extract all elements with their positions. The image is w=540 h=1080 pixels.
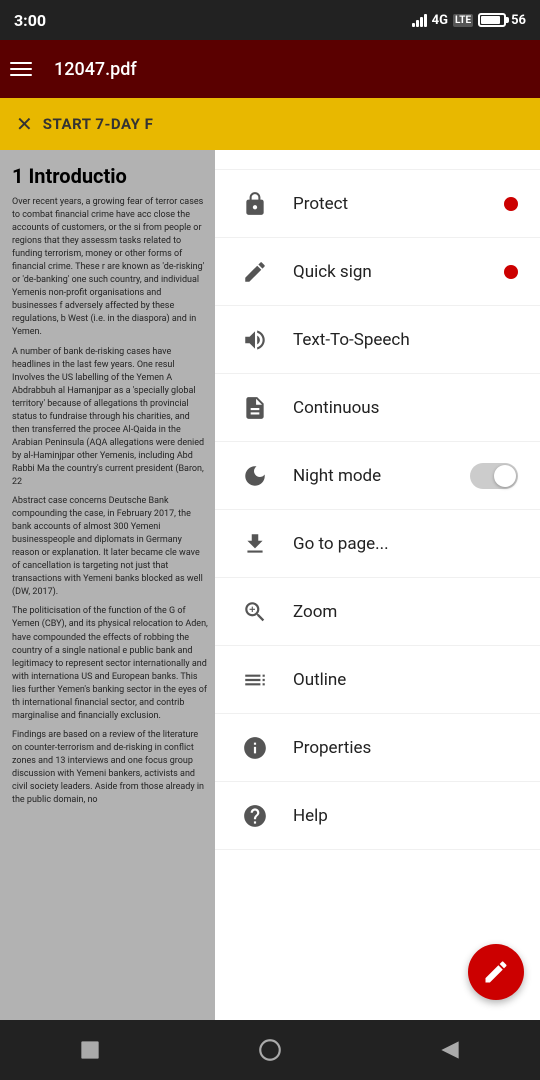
battery-level: 56 xyxy=(511,13,526,28)
triangle-nav-icon xyxy=(437,1037,463,1063)
quicksign-badge xyxy=(504,265,518,279)
status-time: 3:00 xyxy=(14,11,46,30)
menu-list: Export Protect Quick sign xyxy=(215,102,540,1020)
top-toolbar: 12047.pdf xyxy=(0,40,540,98)
bottom-nav xyxy=(0,1020,540,1080)
status-icons: 4G LTE 56 xyxy=(412,13,526,28)
nav-home-button[interactable] xyxy=(240,1030,300,1070)
toolbar-title: 12047.pdf xyxy=(54,59,530,80)
promo-close-button[interactable]: ✕ xyxy=(16,112,33,136)
protect-label: Protect xyxy=(293,194,504,214)
menu-item-properties[interactable]: Properties xyxy=(215,714,540,782)
signal-bars xyxy=(412,13,427,27)
menu-item-nightmode[interactable]: Night mode xyxy=(215,442,540,510)
nightmode-toggle[interactable] xyxy=(470,463,518,489)
nav-back-button[interactable] xyxy=(420,1030,480,1070)
status-bar: 3:00 4G LTE 56 xyxy=(0,0,540,40)
quicksign-label: Quick sign xyxy=(293,262,504,282)
promo-text: START 7-DAY F xyxy=(43,115,154,133)
edit-icon xyxy=(482,958,510,986)
battery-indicator xyxy=(478,13,506,27)
gotopage-icon xyxy=(237,526,273,562)
nav-square-button[interactable] xyxy=(60,1030,120,1070)
gotopage-label: Go to page... xyxy=(293,534,518,554)
battery-fill xyxy=(481,16,500,24)
left-dim-overlay xyxy=(0,40,215,1020)
continuous-label: Continuous xyxy=(293,398,518,418)
help-label: Help xyxy=(293,806,518,826)
lte-label: LTE xyxy=(453,14,473,27)
texttospeech-label: Text-To-Speech xyxy=(293,330,518,350)
menu-item-protect[interactable]: Protect xyxy=(215,170,540,238)
quicksign-icon xyxy=(237,254,273,290)
properties-label: Properties xyxy=(293,738,518,758)
continuous-icon xyxy=(237,390,273,426)
outline-label: Outline xyxy=(293,670,518,690)
hamburger-menu[interactable] xyxy=(10,58,40,80)
protect-icon xyxy=(237,186,273,222)
speaker-icon xyxy=(237,322,273,358)
outline-icon xyxy=(237,662,273,698)
zoom-label: Zoom xyxy=(293,602,518,622)
menu-item-continuous[interactable]: Continuous xyxy=(215,374,540,442)
fab-edit-button[interactable] xyxy=(468,944,524,1000)
zoom-icon xyxy=(237,594,273,630)
menu-item-outline[interactable]: Outline xyxy=(215,646,540,714)
help-icon xyxy=(237,798,273,834)
network-label: 4G xyxy=(432,13,448,28)
menu-item-texttospeech[interactable]: Text-To-Speech xyxy=(215,306,540,374)
promo-banner: ✕ START 7-DAY F xyxy=(0,98,540,150)
moon-icon xyxy=(237,458,273,494)
menu-item-gotopage[interactable]: Go to page... xyxy=(215,510,540,578)
overlay-panel: Export Protect Quick sign xyxy=(215,40,540,1020)
nightmode-label: Night mode xyxy=(293,466,470,486)
menu-item-quicksign[interactable]: Quick sign xyxy=(215,238,540,306)
circle-nav-icon xyxy=(257,1037,283,1063)
info-icon xyxy=(237,730,273,766)
protect-badge xyxy=(504,197,518,211)
square-nav-icon xyxy=(77,1037,103,1063)
menu-item-help[interactable]: Help xyxy=(215,782,540,850)
menu-item-zoom[interactable]: Zoom xyxy=(215,578,540,646)
